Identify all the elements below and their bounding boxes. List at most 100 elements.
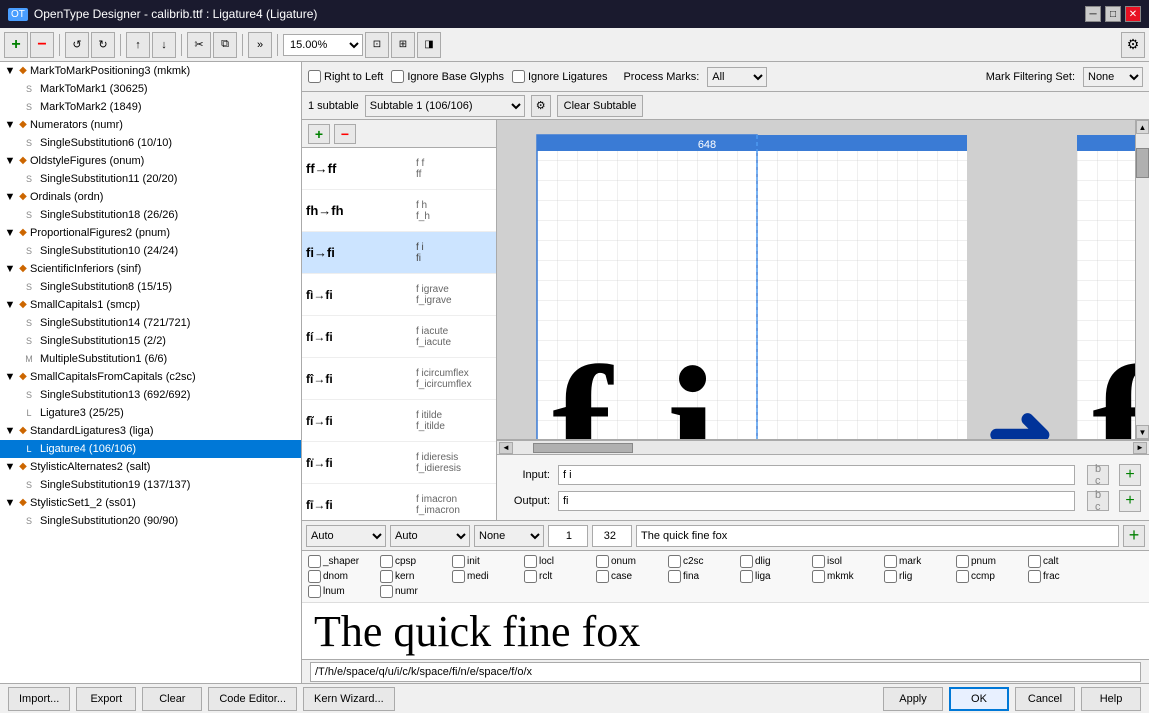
cb-calt[interactable] — [1028, 555, 1041, 568]
glyph-canvas[interactable]: 648 1135 503 f i ➜ fi — [497, 120, 1149, 440]
feat-mkmk[interactable]: mkmk — [812, 570, 882, 583]
kern-wizard-button[interactable]: Kern Wizard... — [303, 687, 395, 711]
cb-medi[interactable] — [452, 570, 465, 583]
maximize-button[interactable]: □ — [1105, 6, 1121, 22]
feat-locl[interactable]: locl — [524, 555, 594, 568]
tree-item-marktomark3[interactable]: ▼ ◆ MarkToMarkPositioning3 (mkmk) — [0, 62, 301, 80]
rtl-checkbox[interactable] — [308, 70, 321, 83]
cb-kern[interactable] — [380, 570, 393, 583]
tree-item-ss11[interactable]: S SingleSubstitution11 (20/20) — [0, 170, 301, 188]
code-editor-button[interactable]: Code Editor... — [208, 687, 297, 711]
lig-item-fh[interactable]: fh→fh f hf_h — [302, 190, 496, 232]
tree-item-stylisticalt[interactable]: ▼ ◆ StylisticAlternates2 (salt) — [0, 458, 301, 476]
ok-button[interactable]: OK — [949, 687, 1009, 711]
feat-rclt[interactable]: rclt — [524, 570, 594, 583]
feat-kern[interactable]: kern — [380, 570, 450, 583]
feat-dlig[interactable]: dlig — [740, 555, 810, 568]
font-auto-select2[interactable]: Auto — [390, 525, 470, 547]
tree-item-ss14[interactable]: S SingleSubstitution14 (721/721) — [0, 314, 301, 332]
tree-item-lig4[interactable]: L Ligature4 (106/106) — [0, 440, 301, 458]
feat-fina[interactable]: fina — [668, 570, 738, 583]
cb-mkmk[interactable] — [812, 570, 825, 583]
cb-pnum[interactable] — [956, 555, 969, 568]
tree-item-ss8[interactable]: S SingleSubstitution8 (15/15) — [0, 278, 301, 296]
lig-item-ficirc[interactable]: fî→fi f icircumflexf_icircumflex — [302, 358, 496, 400]
tree-item-marktommark2[interactable]: S MarkToMark2 (1849) — [0, 98, 301, 116]
subtable-options-button[interactable]: ⚙ — [531, 95, 551, 117]
tree-item-numerators[interactable]: ▼ ◆ Numerators (numr) — [0, 116, 301, 134]
cb-ccmp[interactable] — [956, 570, 969, 583]
tree-item-propfig[interactable]: ▼ ◆ ProportionalFigures2 (pnum) — [0, 224, 301, 242]
cb-case[interactable] — [596, 570, 609, 583]
feat-isol[interactable]: isol — [812, 555, 882, 568]
cb-c2sc[interactable] — [668, 555, 681, 568]
tree-item-stdlig3[interactable]: ▼ ◆ StandardLigatures3 (liga) — [0, 422, 301, 440]
cancel-button[interactable]: Cancel — [1015, 687, 1075, 711]
feat-numr[interactable]: numr — [380, 585, 450, 598]
cb-init[interactable] — [452, 555, 465, 568]
cb-shaper[interactable] — [308, 555, 321, 568]
feat-ccmp[interactable]: ccmp — [956, 570, 1026, 583]
up-button[interactable]: ↑ — [126, 32, 150, 58]
copy-button[interactable]: ⧉ — [213, 32, 237, 58]
feat-medi[interactable]: medi — [452, 570, 522, 583]
subtable-select[interactable]: Subtable 1 (106/106) — [365, 95, 525, 117]
zoom-select[interactable]: 15.00% 25.00% 50.00% — [283, 34, 363, 56]
minimize-button[interactable]: ─ — [1085, 6, 1101, 22]
size-input1[interactable] — [548, 525, 588, 547]
lig-item-figrave[interactable]: fì→fi f igravef_igrave — [302, 274, 496, 316]
tree-item-oldstyle[interactable]: ▼ ◆ OldstyleFigures (onum) — [0, 152, 301, 170]
tree-item-sciinf[interactable]: ▼ ◆ ScientificInferiors (sinf) — [0, 260, 301, 278]
close-button[interactable]: ✕ — [1125, 6, 1141, 22]
cb-liga[interactable] — [740, 570, 753, 583]
tree-item-ss10[interactable]: S SingleSubstitution10 (24/24) — [0, 242, 301, 260]
cb-fina[interactable] — [668, 570, 681, 583]
feat-pnum[interactable]: pnum — [956, 555, 1026, 568]
scroll-thumb[interactable] — [1136, 148, 1149, 178]
scroll-left-button[interactable]: ◄ — [499, 442, 513, 454]
remove-button[interactable]: − — [30, 32, 54, 58]
clear-subtable-button[interactable]: Clear Subtable — [557, 95, 644, 117]
add-button[interactable]: + — [4, 32, 28, 58]
ignore-lig-checkbox[interactable] — [512, 70, 525, 83]
tree-item-ss20[interactable]: S SingleSubstitution20 (90/90) — [0, 512, 301, 530]
import-button[interactable]: Import... — [8, 687, 70, 711]
tree-item-smallcaps2[interactable]: ▼ ◆ SmallCapitalsFromCapitals (c2sc) — [0, 368, 301, 386]
cb-rlig[interactable] — [884, 570, 897, 583]
lig-item-fiacute[interactable]: fí→fi f iacutef_iacute — [302, 316, 496, 358]
add-lig-button[interactable]: + — [308, 124, 330, 144]
undo-button[interactable]: ↺ — [65, 32, 89, 58]
remove-lig-button[interactable]: − — [334, 124, 356, 144]
output-field[interactable] — [558, 491, 1075, 511]
cb-locl[interactable] — [524, 555, 537, 568]
tree-item-marktommark1[interactable]: S MarkToMark1 (30625) — [0, 80, 301, 98]
feat-c2sc[interactable]: c2sc — [668, 555, 738, 568]
feat-onum[interactable]: onum — [596, 555, 666, 568]
h-scroll-thumb[interactable] — [533, 443, 633, 453]
preview-text-input[interactable] — [636, 525, 1119, 547]
cb-numr[interactable] — [380, 585, 393, 598]
feat-frac[interactable]: frac — [1028, 570, 1098, 583]
help-button[interactable]: Help — [1081, 687, 1141, 711]
export-button[interactable]: Export — [76, 687, 136, 711]
tree-item-ss13[interactable]: S SingleSubstitution13 (692/692) — [0, 386, 301, 404]
feat-case[interactable]: case — [596, 570, 666, 583]
feat-init[interactable]: init — [452, 555, 522, 568]
canvas-scrollbar-v[interactable]: ▲ ▼ — [1135, 120, 1149, 439]
font-auto-select1[interactable]: Auto — [306, 525, 386, 547]
scroll-down-button[interactable]: ▼ — [1136, 425, 1149, 439]
canvas-scrollbar-h[interactable]: ◄ ► — [497, 440, 1149, 454]
tree-item-ss6[interactable]: S SingleSubstitution6 (10/10) — [0, 134, 301, 152]
clear-button[interactable]: Clear — [142, 687, 202, 711]
input-field[interactable] — [558, 465, 1075, 485]
lig-item-fidier[interactable]: fï→fi f idieresisf_idieresis — [302, 442, 496, 484]
tree-item-ss18[interactable]: S SingleSubstitution18 (26/26) — [0, 206, 301, 224]
cb-lnum[interactable] — [308, 585, 321, 598]
cb-rclt[interactable] — [524, 570, 537, 583]
grid-button[interactable]: ⊞ — [391, 32, 415, 58]
add-preview-button[interactable]: + — [1123, 525, 1145, 547]
glyph-path-input[interactable] — [310, 662, 1141, 682]
redo-button[interactable]: ↻ — [91, 32, 115, 58]
ignore-base-checkbox-label[interactable]: Ignore Base Glyphs — [391, 70, 504, 83]
feat-calt[interactable]: calt — [1028, 555, 1098, 568]
